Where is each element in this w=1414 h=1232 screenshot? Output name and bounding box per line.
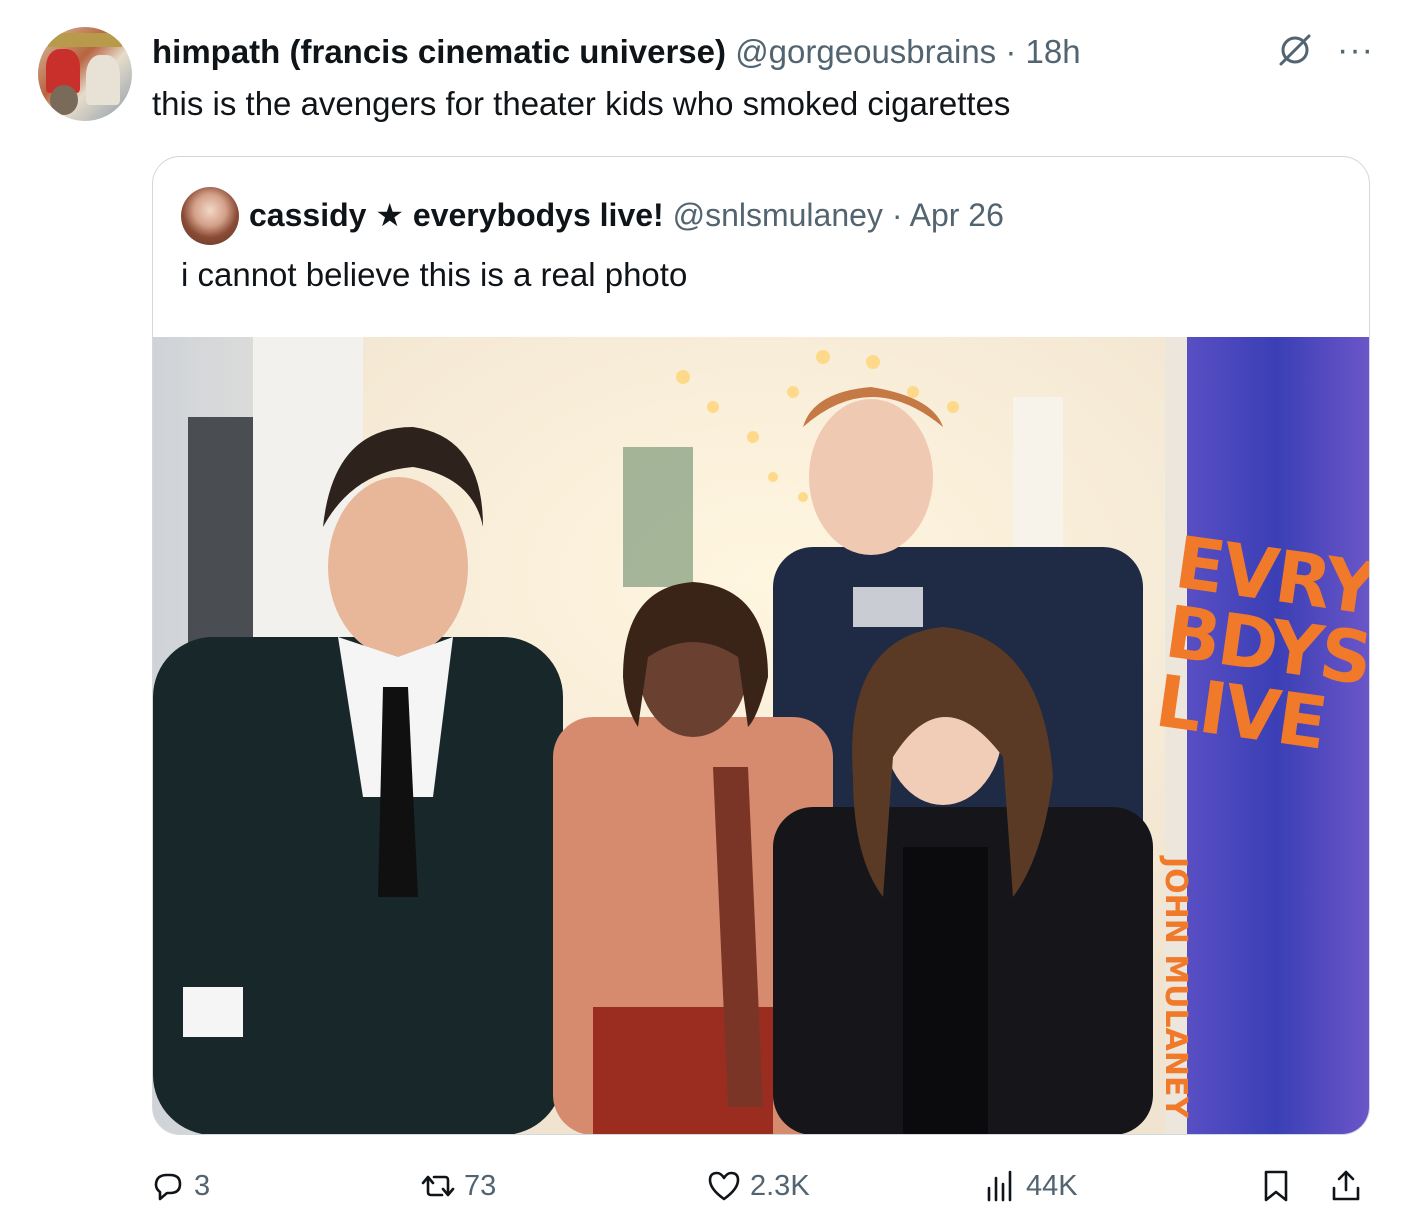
like-icon bbox=[708, 1171, 740, 1201]
quoted-separator: · bbox=[891, 197, 903, 233]
photo-banner-subtext: JOHN MULANEY bbox=[1158, 857, 1193, 1119]
views-button[interactable]: 44K bbox=[982, 1168, 1078, 1204]
more-icon[interactable]: ··· bbox=[1337, 30, 1374, 70]
post-text: this is the avengers for theater kids wh… bbox=[152, 85, 1011, 122]
quoted-author-handle: @snlsmulaney bbox=[672, 197, 883, 233]
views-icon bbox=[987, 1170, 1012, 1202]
bookmark-icon bbox=[1264, 1170, 1288, 1202]
repost-icon bbox=[421, 1175, 455, 1197]
quoted-post-photo[interactable]: EVRY BDYS LIVE JOHN MULANEY bbox=[153, 337, 1369, 1134]
reply-icon bbox=[154, 1173, 182, 1201]
like-count: 2.3K bbox=[750, 1169, 810, 1202]
post-timestamp[interactable]: 18h bbox=[1026, 33, 1081, 70]
quoted-date: Apr 26 bbox=[909, 197, 1004, 233]
bookmark-button[interactable] bbox=[1258, 1168, 1294, 1204]
quoted-post-card[interactable]: cassidy ★ everybodys live! @snlsmulaney … bbox=[152, 156, 1370, 1135]
post-separator: · bbox=[1005, 33, 1017, 70]
post-top-actions: ··· bbox=[1275, 30, 1374, 70]
quoted-post-header: cassidy ★ everybodys live! @snlsmulaney … bbox=[249, 193, 1004, 237]
post-author-name[interactable]: himpath (francis cinematic universe) bbox=[152, 33, 726, 70]
share-button[interactable] bbox=[1328, 1168, 1364, 1204]
post-author-avatar[interactable] bbox=[38, 27, 132, 121]
quoted-post-text: i cannot believe this is a real photo bbox=[181, 256, 688, 293]
post-author-handle[interactable]: @gorgeousbrains bbox=[735, 33, 996, 70]
banner-line: LIVE bbox=[1150, 658, 1331, 766]
repost-count: 73 bbox=[464, 1169, 497, 1202]
like-button[interactable]: 2.3K bbox=[706, 1168, 810, 1204]
quoted-author-name: cassidy ★ everybodys live! bbox=[249, 197, 664, 233]
photo-banner-text: EVRY BDYS LIVE bbox=[1150, 520, 1369, 766]
views-count: 44K bbox=[1026, 1169, 1078, 1202]
quoted-author-avatar[interactable] bbox=[181, 187, 239, 245]
post-header: himpath (francis cinematic universe) @go… bbox=[152, 30, 1081, 74]
reply-count: 3 bbox=[194, 1169, 211, 1202]
share-icon bbox=[1332, 1170, 1360, 1201]
grok-icon[interactable] bbox=[1275, 30, 1315, 70]
repost-button[interactable]: 73 bbox=[420, 1168, 496, 1204]
post-action-bar: 3 73 2.3K 44K bbox=[150, 1168, 1372, 1212]
reply-button[interactable]: 3 bbox=[150, 1168, 210, 1204]
